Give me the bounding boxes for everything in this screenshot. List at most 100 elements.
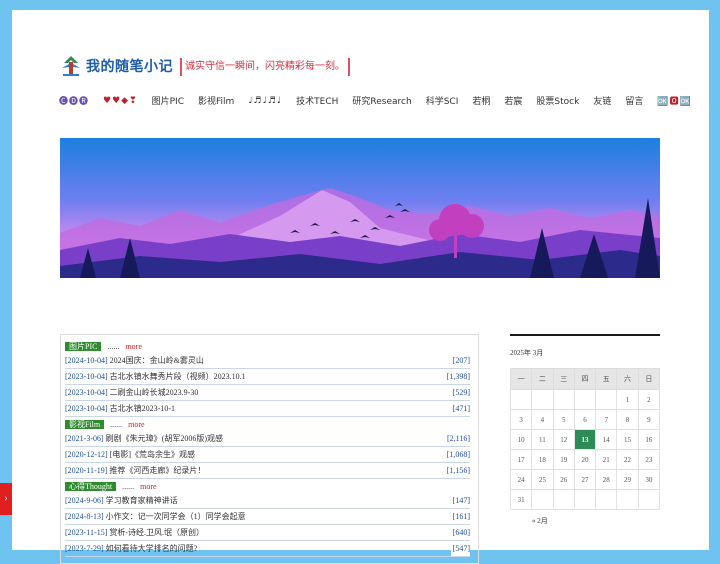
- post-row[interactable]: [2024-8-13] 小作文：记一次同学会（1）同学会起意 [161]: [65, 509, 470, 525]
- post-date: [2021-3-06]: [65, 434, 104, 443]
- nav-item-ok[interactable]: 🆗🅾🆗: [657, 94, 691, 107]
- calendar-day[interactable]: 30: [637, 469, 661, 490]
- calendar-day[interactable]: 2: [637, 389, 661, 410]
- nav-item-music[interactable]: ♩♬♩♬♩: [248, 96, 282, 106]
- calendar-day[interactable]: 31: [509, 489, 533, 510]
- nav-item-ruotong[interactable]: 若桐: [472, 94, 490, 107]
- calendar-day[interactable]: 6: [573, 409, 597, 430]
- calendar-prev-month-link[interactable]: « 2月: [532, 516, 660, 526]
- calendar-day[interactable]: 7: [595, 409, 618, 430]
- category-tag[interactable]: 心得Thought: [65, 482, 117, 491]
- site-title[interactable]: 我的随笔小记: [86, 56, 173, 76]
- calendar-day[interactable]: 18: [531, 449, 554, 470]
- nav-item-cdr[interactable]: 🅒🅓🅡: [59, 94, 89, 107]
- post-view-count: [1,156]: [444, 463, 470, 478]
- post-row[interactable]: [2023-11-15] 赏析-诗经.卫风.氓（原创） [640]: [65, 525, 470, 541]
- post-view-count: [2,116]: [444, 431, 470, 446]
- post-row[interactable]: [2023-10-04] 二刷金山岭长城2023.9-30 [529]: [65, 385, 470, 401]
- post-title[interactable]: 小作文：记一次同学会（1）同学会起意: [106, 512, 246, 521]
- calendar-day[interactable]: 25: [531, 469, 554, 490]
- nav-item-research[interactable]: 研究Research: [352, 94, 411, 107]
- calendar-day[interactable]: 22: [616, 449, 639, 470]
- nav-item-pic[interactable]: 图片PIC: [152, 94, 184, 107]
- post-row[interactable]: [2020-12-12] [电影]《荒岛余生》观感 [1,068]: [65, 447, 470, 463]
- post-row[interactable]: [2021-3-06] 刷剧《朱元璋》(胡军2006版)观感 [2,116]: [65, 431, 470, 447]
- calendar-empty-cell: [552, 489, 575, 510]
- calendar-day[interactable]: 21: [595, 449, 618, 470]
- calendar-day[interactable]: 16: [637, 429, 661, 450]
- nav-item-links[interactable]: 友链: [593, 94, 611, 107]
- more-link[interactable]: more: [128, 420, 144, 429]
- calendar-day[interactable]: 11: [531, 429, 554, 450]
- post-row[interactable]: [2023-10-04] 古北水镇2023-10-1 [471]: [65, 401, 470, 417]
- calendar-day[interactable]: 20: [573, 449, 597, 470]
- side-toggle-tab[interactable]: ›: [0, 483, 12, 515]
- calendar-day[interactable]: 26: [552, 469, 575, 490]
- calendar-day[interactable]: 5: [552, 409, 575, 430]
- nav-item-stock[interactable]: 股票Stock: [536, 94, 579, 107]
- nav-item-ruochen[interactable]: 若宸: [504, 94, 522, 107]
- post-title[interactable]: 古北水镇2023-10-1: [110, 404, 175, 413]
- more-link[interactable]: more: [140, 482, 156, 491]
- sidebar-divider: [510, 334, 660, 336]
- site-logo[interactable]: 我的随笔小记: [60, 54, 173, 78]
- category-tag[interactable]: 影视Film: [65, 420, 105, 429]
- post-date: [2023-10-04]: [65, 388, 108, 397]
- calendar-day[interactable]: 13: [573, 429, 597, 450]
- post-row[interactable]: [2024-10-04] 2024国庆：金山岭&雾灵山 [207]: [65, 353, 470, 369]
- nav-item-tech[interactable]: 技术TECH: [296, 94, 338, 107]
- nav-item-guestbook[interactable]: 留言: [625, 94, 643, 107]
- post-row[interactable]: [2023-7-29] 如何看待大学排名的问题? [547]: [65, 541, 470, 557]
- calendar-week-row: 31: [509, 489, 661, 510]
- nav-item-sci[interactable]: 科学SCI: [426, 94, 459, 107]
- calendar-empty-cell: [531, 489, 554, 510]
- post-row[interactable]: [2024-9-06] 学习教育家精神讲话 [147]: [65, 493, 470, 509]
- calendar-day[interactable]: 28: [595, 469, 618, 490]
- calendar-day[interactable]: 23: [637, 449, 661, 470]
- post-date: [2020-11-19]: [65, 466, 108, 475]
- post-date: [2020-12-12]: [65, 450, 108, 459]
- calendar-day[interactable]: 1: [616, 389, 639, 410]
- post-view-count: [147]: [450, 493, 470, 508]
- post-title[interactable]: 赏析-诗经.卫风.氓（原创）: [109, 528, 204, 537]
- post-row[interactable]: [2023-10-04] 古北水镇水舞秀片段（视频）2023.10.1 [1,39…: [65, 369, 470, 385]
- calendar-day[interactable]: 4: [531, 409, 554, 430]
- post-title[interactable]: 如何看待大学排名的问题?: [106, 544, 198, 553]
- site-tagline: 诚实守信一瞬间，闪亮精彩每一刻。: [180, 58, 350, 76]
- calendar-week-row: 3456789: [509, 409, 661, 430]
- calendar-day[interactable]: 9: [637, 409, 661, 430]
- calendar-day[interactable]: 17: [509, 449, 533, 470]
- more-link[interactable]: more: [125, 342, 141, 351]
- post-title[interactable]: 古北水镇水舞秀片段（视频）2023.10.1: [110, 372, 246, 381]
- post-date: [2024-10-04]: [65, 356, 108, 365]
- category-dots: ......: [110, 420, 123, 429]
- post-title[interactable]: 二刷金山岭长城2023.9-30: [110, 388, 199, 397]
- calendar-day[interactable]: 10: [509, 429, 533, 450]
- calendar-day[interactable]: 24: [509, 469, 533, 490]
- sidebar: 2025年 3月 一 二 三 四 五 六 日 1 2 3 4 5 6 7 8 9 10 11 12 13…: [509, 334, 661, 526]
- calendar-day[interactable]: 19: [552, 449, 575, 470]
- post-title[interactable]: 学习教育家精神讲话: [106, 496, 178, 505]
- nav-item-film[interactable]: 影视Film: [198, 94, 234, 107]
- post-title[interactable]: 刷剧《朱元璋》(胡军2006版)观感: [106, 434, 223, 443]
- post-title[interactable]: 推荐《河西走廊》纪录片！: [109, 466, 205, 475]
- post-row[interactable]: [2020-11-19] 推荐《河西走廊》纪录片！ [1,156]: [65, 463, 470, 479]
- category-header: 心得Thought ...... more: [65, 481, 474, 492]
- calendar-week-row: 17 18 19 20 21 22 23: [509, 449, 661, 470]
- calendar-day[interactable]: 8: [616, 409, 639, 430]
- calendar-day[interactable]: 12: [552, 429, 575, 450]
- nav-item-hearts[interactable]: ♥♥◆❣: [103, 96, 138, 106]
- section-pic: 图片PIC ...... more [2024-10-04] 2024国庆：金山…: [65, 341, 474, 417]
- post-date: [2023-10-04]: [65, 404, 108, 413]
- post-title[interactable]: 2024国庆：金山岭&雾灵山: [110, 356, 204, 365]
- calendar-day[interactable]: 15: [616, 429, 639, 450]
- calendar-day[interactable]: 3: [509, 409, 533, 430]
- calendar-day[interactable]: 29: [616, 469, 639, 490]
- post-date: [2023-10-04]: [65, 372, 108, 381]
- calendar-empty-cell: [616, 489, 639, 510]
- post-title[interactable]: [电影]《荒岛余生》观感: [110, 450, 195, 459]
- category-tag[interactable]: 图片PIC: [65, 342, 102, 351]
- post-view-count: [161]: [450, 509, 470, 524]
- calendar-day[interactable]: 27: [573, 469, 597, 490]
- calendar-day[interactable]: 14: [595, 429, 618, 450]
